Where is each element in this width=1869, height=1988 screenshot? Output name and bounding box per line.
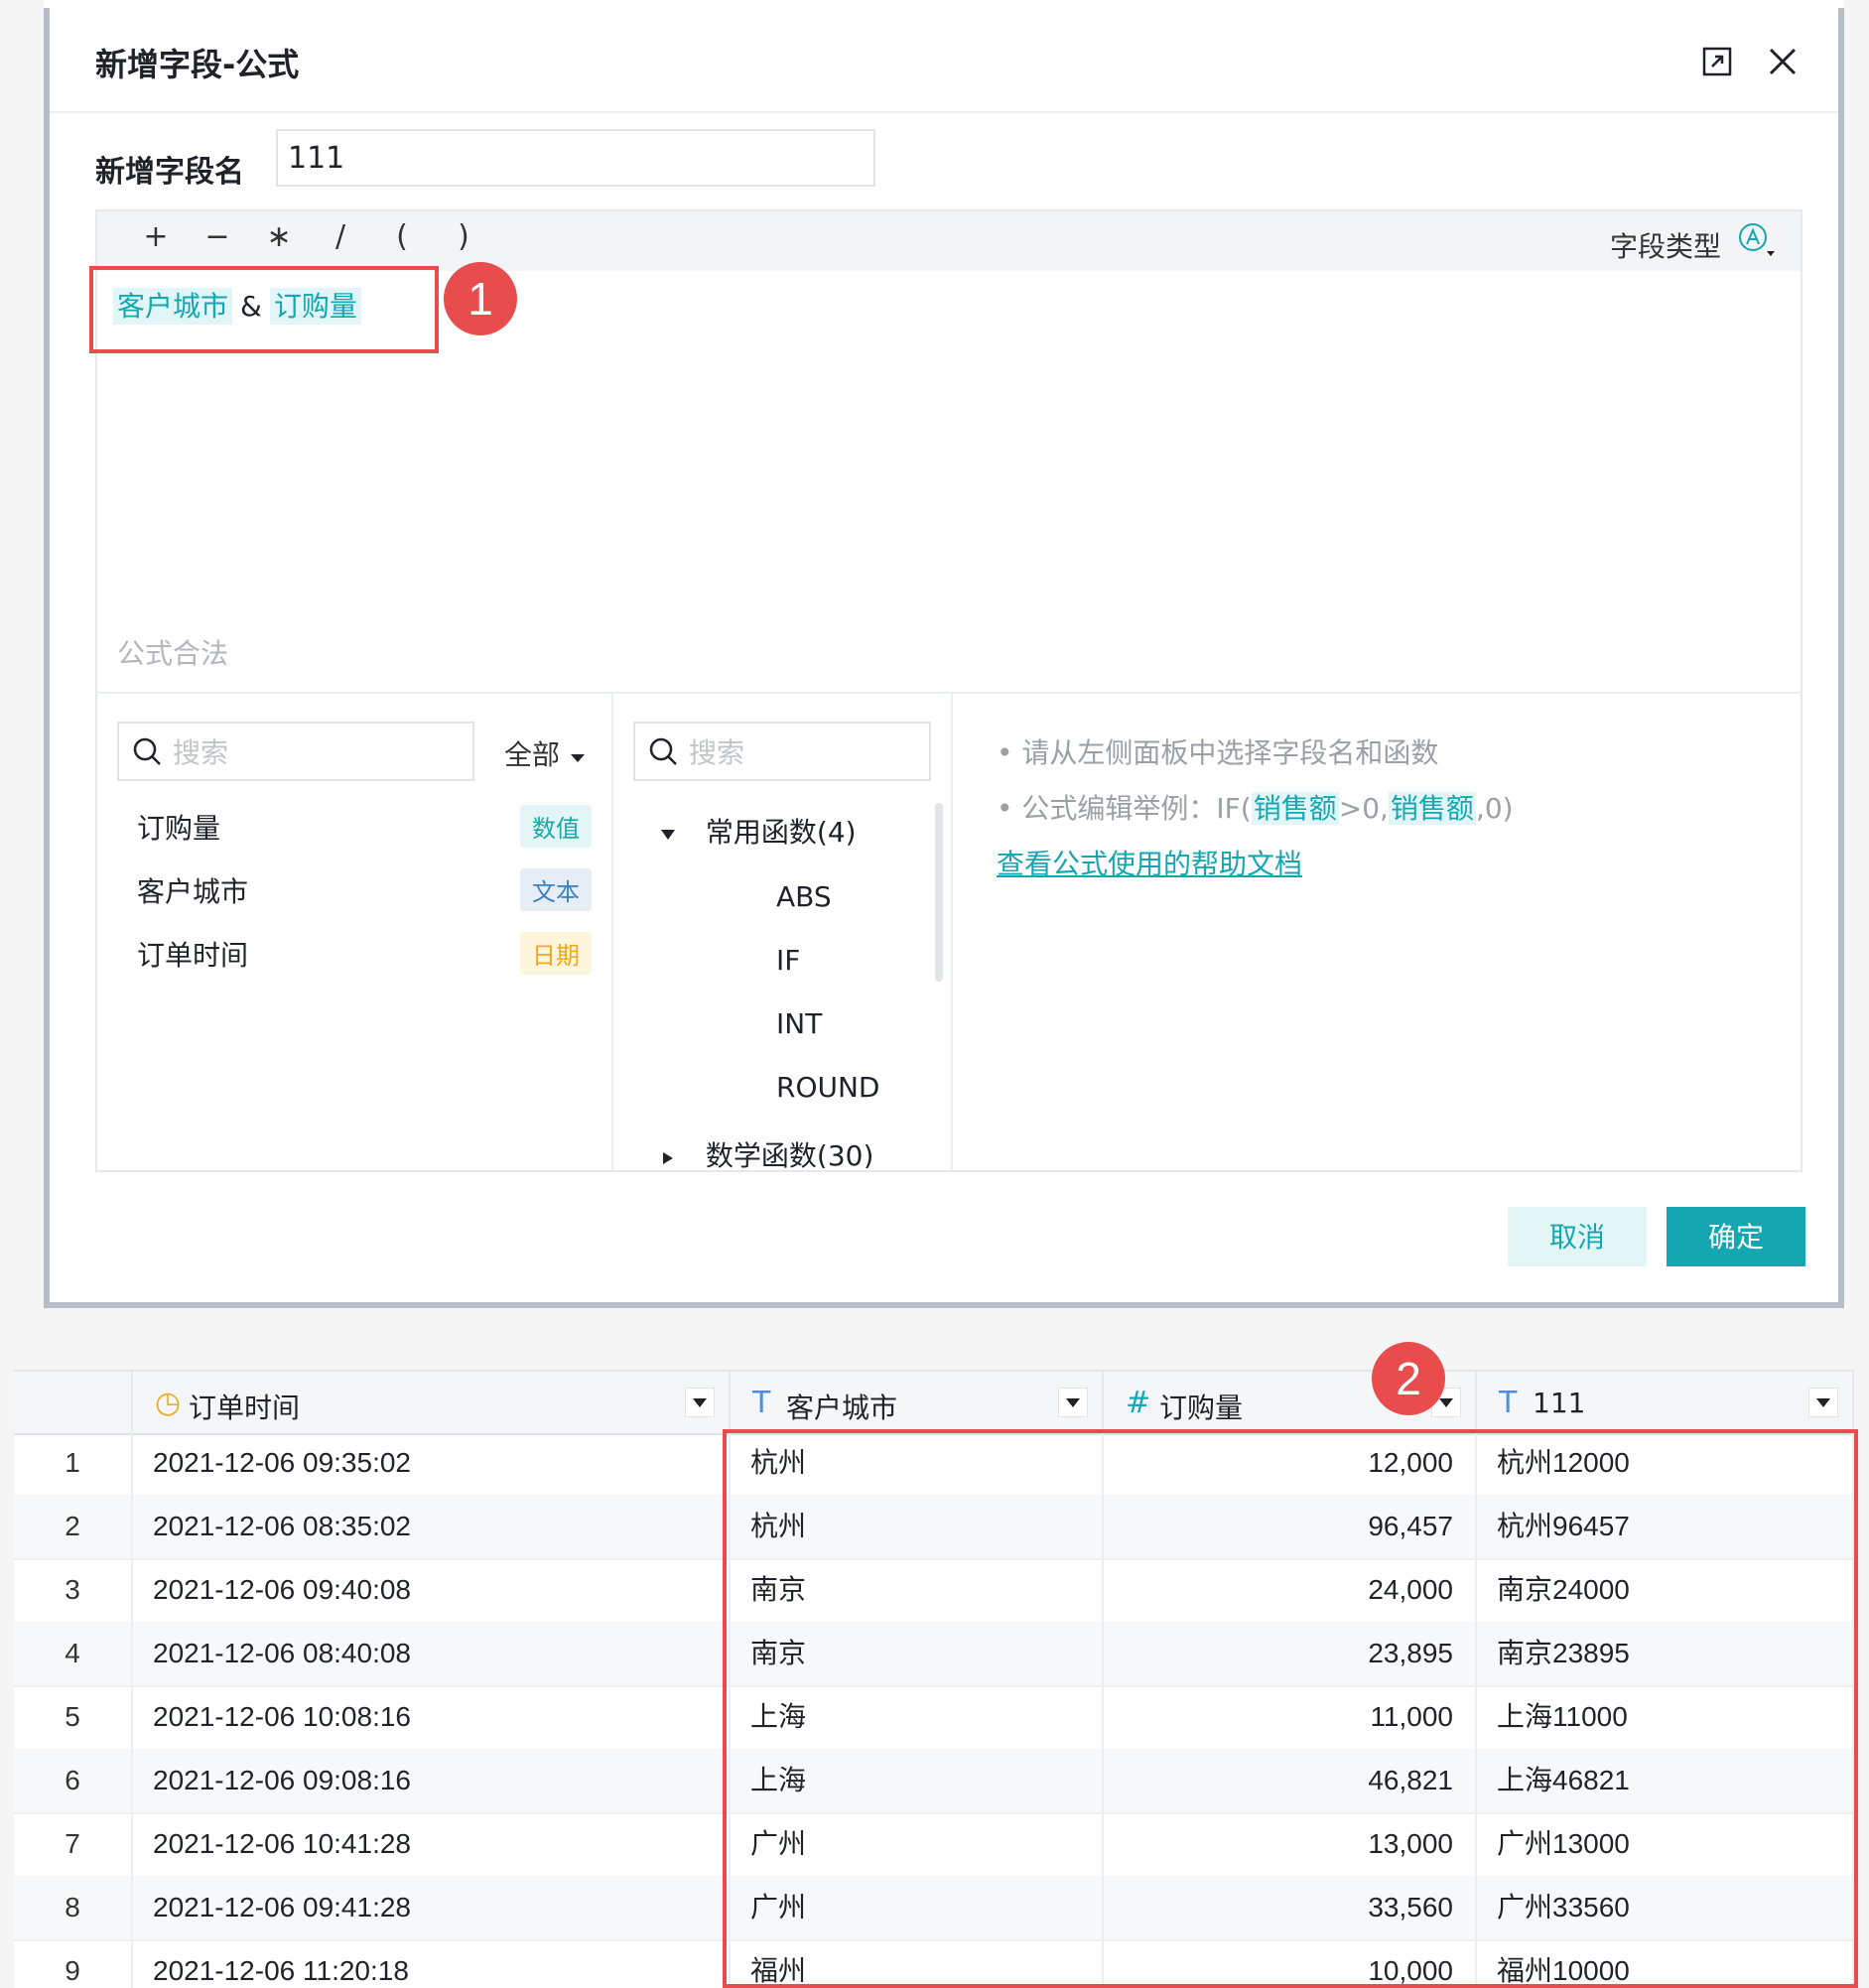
column-dropdown-icon[interactable] <box>1808 1388 1838 1417</box>
divider <box>97 692 1801 694</box>
field-type-tag: 数值 <box>520 805 592 848</box>
row-index: 7 <box>14 1812 133 1876</box>
plus-operator[interactable]: + <box>141 219 171 254</box>
field-type-tag: 文本 <box>520 868 592 911</box>
field-item-label: 订购量 <box>137 812 221 845</box>
callout-badge-1: 1 <box>444 262 517 335</box>
order-time-cell: 2021-12-06 08:40:08 <box>133 1622 731 1685</box>
function-item[interactable]: IF <box>776 944 800 977</box>
field-name-label: 新增字段名 <box>95 155 244 190</box>
help-doc-link[interactable]: 查看公式使用的帮助文档 <box>997 843 1302 882</box>
row-index: 5 <box>14 1685 133 1749</box>
divider <box>951 694 953 1170</box>
dialog-title: 新增字段-公式 <box>95 46 300 83</box>
scrollbar[interactable] <box>935 803 943 982</box>
order-time-cell: 2021-12-06 11:20:18 <box>133 1939 731 1988</box>
callout-box-result <box>723 1429 1858 1988</box>
row-index: 9 <box>14 1939 133 1988</box>
function-group-clip: 数学函数(30) <box>653 1134 941 1168</box>
scope-dropdown[interactable]: 全部 <box>504 733 587 773</box>
table-header: ◷ 订单时间 T 客户城市 # 订购量 T 111 <box>14 1370 1854 1435</box>
search-icon <box>133 737 161 765</box>
function-group-label: 常用函数(4) <box>705 816 857 849</box>
order-time-cell: 2021-12-06 09:40:08 <box>133 1558 731 1622</box>
row-index-header <box>14 1372 133 1433</box>
function-group-common[interactable]: 常用函数(4) <box>659 811 857 851</box>
formula-editor: + − ∗ / ( ) 字段类型 客户城市&订购量 公式合法 全部 订 <box>95 209 1802 1172</box>
row-index: 4 <box>14 1622 133 1685</box>
function-item[interactable]: ROUND <box>776 1071 880 1104</box>
order-time-cell: 2021-12-06 10:41:28 <box>133 1812 731 1876</box>
row-index: 2 <box>14 1495 133 1558</box>
divide-operator[interactable]: / <box>326 219 355 254</box>
search-icon <box>649 737 677 765</box>
confirm-button[interactable]: 确定 <box>1667 1207 1805 1266</box>
field-search[interactable] <box>117 722 474 781</box>
function-search-input[interactable] <box>687 729 889 775</box>
help-text: • 请从左侧面板中选择字段名和函数 <box>997 736 1439 769</box>
column-header-label: 订单时间 <box>189 1392 301 1424</box>
number-type-icon: # <box>1126 1386 1151 1420</box>
field-type-tag: 日期 <box>520 932 592 975</box>
help-example-suffix: ,0) <box>1475 792 1514 825</box>
function-group-label: 数学函数(30) <box>705 1139 874 1168</box>
field-item-order-time[interactable]: 订单时间 日期 <box>137 932 592 975</box>
order-time-cell: 2021-12-06 09:08:16 <box>133 1749 731 1812</box>
formula-status: 公式合法 <box>117 637 229 670</box>
row-index: 8 <box>14 1876 133 1939</box>
column-dropdown-icon[interactable] <box>685 1388 715 1417</box>
row-index: 3 <box>14 1558 133 1622</box>
field-item-customer-city[interactable]: 客户城市 文本 <box>137 868 592 911</box>
field-type-label: 字段类型 <box>1609 230 1721 263</box>
field-search-input[interactable] <box>171 729 373 775</box>
caret-down-icon <box>570 754 585 762</box>
row-index: 6 <box>14 1749 133 1812</box>
open-paren-operator[interactable]: ( <box>387 219 417 254</box>
help-example-prefix: • 公式编辑举例：IF( <box>997 792 1252 825</box>
cancel-button[interactable]: 取消 <box>1508 1207 1647 1266</box>
caret-down-icon <box>661 830 675 840</box>
dialog-header: 新增字段-公式 <box>50 8 1838 113</box>
column-header-label: 客户城市 <box>786 1392 898 1424</box>
field-item-label: 客户城市 <box>137 875 249 908</box>
operator-bar: + − ∗ / ( ) 字段类型 <box>97 211 1801 271</box>
callout-badge-2: 2 <box>1372 1342 1445 1415</box>
column-header-order-time[interactable]: ◷ 订单时间 <box>133 1372 731 1433</box>
help-example: • 公式编辑举例：IF(销售额>0,销售额,0) <box>997 787 1514 827</box>
field-type-selector-icon[interactable] <box>1737 221 1775 257</box>
function-group-math[interactable]: 数学函数(30) <box>659 1134 873 1168</box>
order-time-cell: 2021-12-06 09:35:02 <box>133 1431 731 1495</box>
minus-operator[interactable]: − <box>202 219 232 254</box>
divider <box>611 694 613 1170</box>
help-example-field: 销售额 <box>1251 792 1339 825</box>
function-item[interactable]: INT <box>776 1007 822 1040</box>
order-time-cell: 2021-12-06 09:41:28 <box>133 1876 731 1939</box>
field-item-quantity[interactable]: 订购量 数值 <box>137 805 592 848</box>
help-example-field: 销售额 <box>1388 792 1476 825</box>
column-header-label: 订购量 <box>1159 1392 1244 1424</box>
order-time-cell: 2021-12-06 08:35:02 <box>133 1495 731 1558</box>
function-search[interactable] <box>633 722 931 781</box>
multiply-operator[interactable]: ∗ <box>264 219 294 254</box>
clock-icon: ◷ <box>155 1386 182 1420</box>
text-type-icon: T <box>752 1386 771 1420</box>
close-paren-operator[interactable]: ) <box>449 219 478 254</box>
close-icon[interactable] <box>1763 42 1802 81</box>
callout-box-formula <box>89 266 439 353</box>
field-name-input[interactable] <box>276 129 875 187</box>
column-dropdown-icon[interactable] <box>1058 1388 1088 1417</box>
row-index: 1 <box>14 1431 133 1495</box>
formula-field-dialog: 新增字段-公式 新增字段名 + − ∗ / ( ) 字段类型 客户城市&订购量 … <box>44 8 1844 1308</box>
scope-label: 全部 <box>504 738 561 771</box>
column-header-111[interactable]: T 111 <box>1477 1372 1854 1433</box>
caret-right-icon <box>663 1152 673 1164</box>
maximize-icon[interactable] <box>1697 42 1737 81</box>
order-time-cell: 2021-12-06 10:08:16 <box>133 1685 731 1749</box>
column-header-customer-city[interactable]: T 客户城市 <box>731 1372 1104 1433</box>
help-example-mid: >0, <box>1338 792 1389 825</box>
function-item[interactable]: ABS <box>776 880 832 913</box>
column-header-label: 111 <box>1533 1387 1586 1419</box>
field-item-label: 订单时间 <box>137 939 249 972</box>
text-type-icon: T <box>1499 1386 1518 1420</box>
